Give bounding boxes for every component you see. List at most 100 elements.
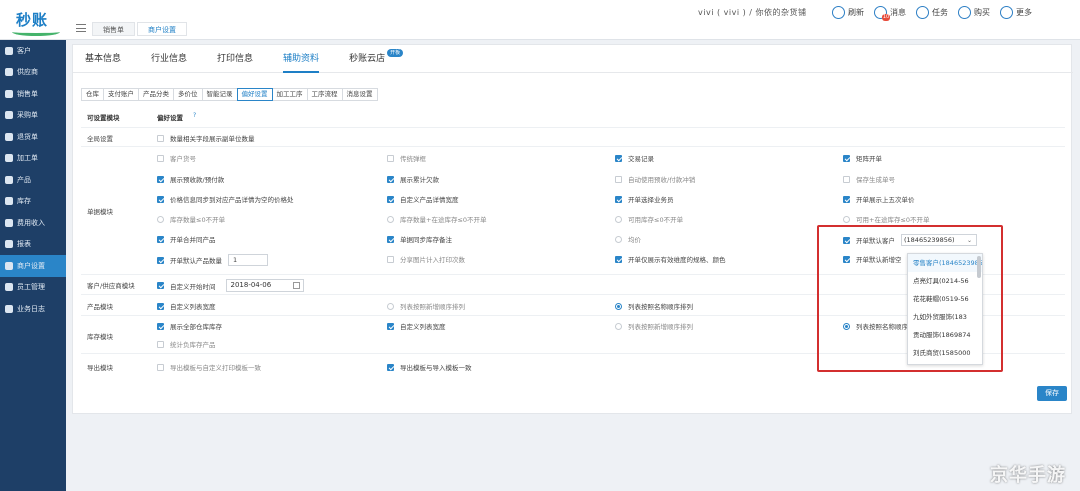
option-product-sort-added[interactable]: 列表按照新增顺序排列 (387, 301, 465, 311)
radio[interactable] (615, 322, 622, 330)
option-stock-le0[interactable]: 库存数量≤0不开单 (157, 214, 225, 224)
option-merge-products[interactable]: 开单合并同产品 (157, 234, 216, 244)
subtab-multi-price[interactable]: 多价位 (173, 88, 203, 101)
option-trade-history[interactable]: 交易记录 (615, 153, 654, 163)
sidebar-item-processing[interactable]: 加工单 (0, 148, 66, 170)
checkbox[interactable] (387, 195, 394, 203)
subtab-warehouse[interactable]: 仓库 (81, 88, 104, 101)
sidebar-item-merchant-settings[interactable]: 商户设置 (0, 255, 66, 277)
option-customer-sku[interactable]: 客户货号 (157, 153, 196, 163)
subtab-smart-record[interactable]: 智能记录 (201, 88, 238, 101)
checkbox[interactable] (157, 282, 164, 289)
checkbox[interactable] (615, 255, 622, 263)
checkbox[interactable] (387, 154, 394, 162)
checkbox[interactable] (157, 363, 164, 371)
option-product-custom-width[interactable]: 自定义列表宽度 (157, 301, 216, 311)
option-share-counts-print[interactable]: 分享图片计入打印次数 (387, 254, 465, 264)
radio[interactable] (615, 235, 622, 243)
sidebar-item-staff[interactable]: 员工管理 (0, 277, 66, 299)
sidebar-item-suppliers[interactable]: 供应商 (0, 62, 66, 84)
option-show-arrears[interactable]: 展示累计欠款 (387, 174, 439, 184)
checkbox[interactable] (157, 340, 164, 348)
checkbox[interactable] (615, 195, 622, 203)
subtab-product-category[interactable]: 产品分类 (138, 88, 174, 101)
checkbox[interactable] (615, 175, 622, 183)
tab-basic-info[interactable]: 基本信息 (85, 45, 121, 73)
option-negative-stock[interactable]: 统计负库存产品 (157, 339, 216, 349)
checkbox[interactable] (387, 175, 394, 183)
option-matrix-order[interactable]: 矩阵开单 (843, 153, 882, 163)
checkbox[interactable] (157, 302, 164, 310)
option-show-last-prices[interactable]: 开单展示上五次单价 (843, 194, 915, 204)
checkbox[interactable] (843, 175, 850, 183)
default-qty-input[interactable]: 1 (228, 254, 268, 266)
sidebar-item-purchase-orders[interactable]: 采购单 (0, 105, 66, 127)
help-icon[interactable]: ? (193, 112, 196, 119)
sidebar-item-logs[interactable]: 业务日志 (0, 298, 66, 320)
sidebar-item-returns[interactable]: 退货单 (0, 126, 66, 148)
option-product-sort-name[interactable]: 列表按照名称顺序排列 (615, 301, 693, 311)
checkbox[interactable] (615, 154, 622, 162)
sidebar-item-reports[interactable]: 报表 (0, 234, 66, 256)
option-default-qty[interactable]: 开单默认产品数量 1 (157, 254, 268, 266)
option-auto-offset[interactable]: 自动使用预收/付款冲销 (615, 174, 695, 184)
option-valid-specs-only[interactable]: 开单仅展示有效维度的规格、颜色 (615, 254, 726, 264)
option-sync-stock-note[interactable]: 单据同步库存备注 (387, 234, 452, 244)
purchase-button[interactable]: 购买 (958, 4, 990, 20)
option-select-salesperson[interactable]: 开单选择业务员 (615, 194, 674, 204)
page-tab-sales[interactable]: 销售单 (92, 22, 135, 36)
option-save-order-no[interactable]: 保存生成单号 (843, 174, 895, 184)
subtab-message-settings[interactable]: 消息设置 (341, 88, 378, 101)
sidebar-item-inventory[interactable]: 库存 (0, 191, 66, 213)
checkbox[interactable] (387, 235, 394, 243)
option-stock-custom-width[interactable]: 自定义列表宽度 (387, 321, 446, 331)
page-tab-merchant-settings[interactable]: 商户设置 (137, 22, 187, 36)
option-stock-transit-le0[interactable]: 库存数量+在途库存≤0不开单 (387, 214, 487, 224)
checkbox[interactable] (387, 322, 394, 330)
checkbox[interactable] (157, 175, 164, 183)
tab-industry-info[interactable]: 行业信息 (151, 45, 187, 73)
tab-print-info[interactable]: 打印信息 (217, 45, 253, 73)
checkbox[interactable] (157, 235, 164, 243)
checkbox[interactable] (157, 134, 164, 142)
app-logo[interactable]: 秒账 (6, 4, 62, 36)
subtab-processes[interactable]: 加工工序 (271, 88, 308, 101)
calendar-icon[interactable] (292, 282, 300, 289)
option-classic-popup[interactable]: 传统弹框 (387, 153, 426, 163)
option-export-print-template[interactable]: 导出模板与自定义打印模板一致 (157, 362, 261, 372)
radio[interactable] (615, 215, 622, 223)
option-sync-price[interactable]: 价格信息同步到对应产品详情为空的价格处 (157, 194, 294, 204)
checkbox[interactable] (157, 322, 164, 330)
option-available-transit-le0[interactable]: 可用+在途库存≤0不开单 (843, 214, 930, 224)
radio[interactable] (157, 215, 164, 223)
task-button[interactable]: 任务 (916, 4, 948, 20)
checkbox[interactable] (157, 154, 164, 162)
option-export-import-template[interactable]: 导出模板与导入模板一致 (387, 362, 472, 372)
checkbox[interactable] (157, 195, 164, 203)
checkbox[interactable] (387, 255, 394, 263)
option-average-price[interactable]: 均价 (615, 234, 641, 244)
radio[interactable] (387, 215, 394, 223)
more-button[interactable]: 更多 (1000, 4, 1032, 20)
checkbox[interactable] (843, 154, 850, 162)
tab-auxiliary-data[interactable]: 辅助资料 (283, 45, 320, 73)
tab-cloud-store[interactable]: 秒账云店 开板 (349, 45, 404, 73)
refresh-button[interactable]: 刷新 (832, 4, 864, 20)
sidebar-item-sales-orders[interactable]: 销售单 (0, 83, 66, 105)
menu-toggle-icon[interactable] (76, 24, 86, 32)
option-global-aux-unit[interactable]: 数量相关字段展示副单位数量 (157, 133, 255, 143)
subtab-process-flow[interactable]: 工序流程 (306, 88, 343, 101)
sidebar-item-expenses[interactable]: 费用收入 (0, 212, 66, 234)
user-greeting[interactable]: vivi ( vivi ) / 你依的杂货铺 (698, 7, 806, 18)
radio[interactable] (387, 302, 394, 310)
option-custom-start-time[interactable]: 自定义开始时间 2018-04-06 (157, 279, 304, 292)
option-stock-sort-added[interactable]: 列表按照新增顺序排列 (615, 321, 693, 331)
checkbox[interactable] (843, 195, 850, 203)
subtab-payment-account[interactable]: 支付账户 (103, 88, 139, 101)
option-show-prepayment[interactable]: 展示预收款/预付款 (157, 174, 224, 184)
option-custom-detail-width[interactable]: 自定义产品详情宽度 (387, 194, 459, 204)
checkbox[interactable] (157, 256, 164, 264)
radio[interactable] (615, 302, 622, 310)
option-show-all-warehouses[interactable]: 展示全部仓库库存 (157, 321, 222, 331)
checkbox[interactable] (387, 363, 394, 371)
